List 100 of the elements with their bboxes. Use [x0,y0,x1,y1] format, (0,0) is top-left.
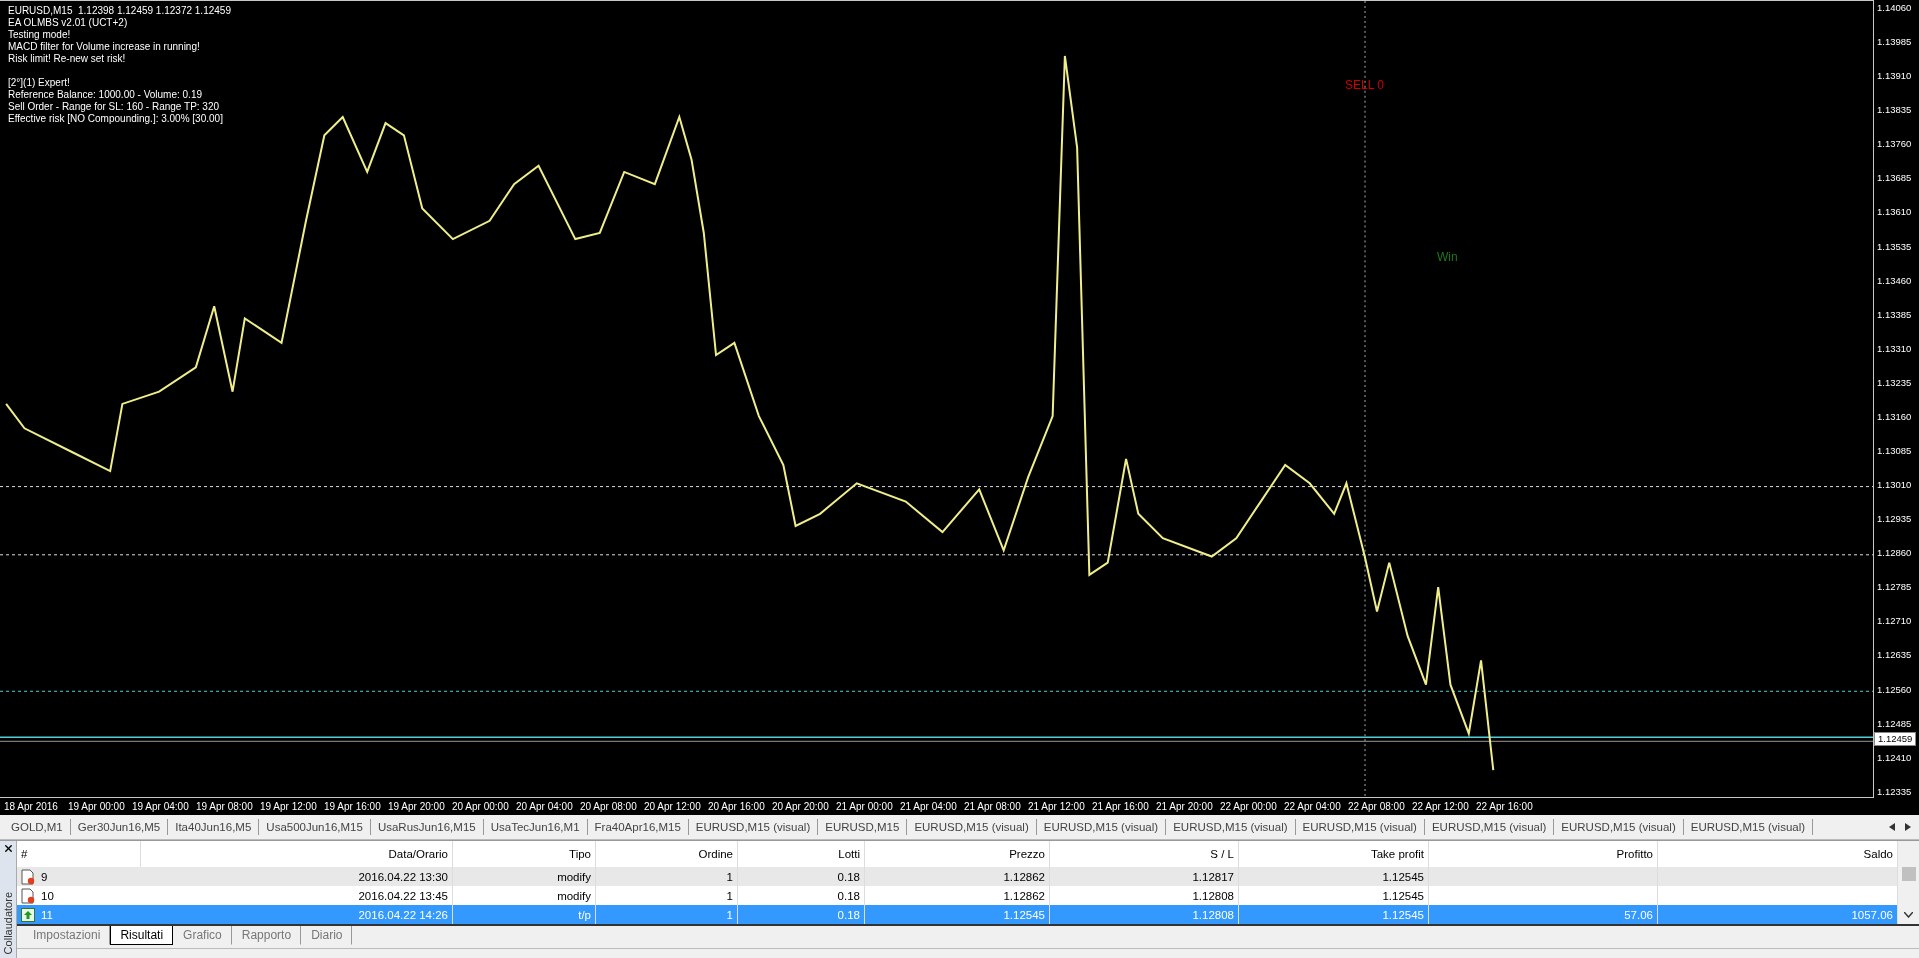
table-cell: 9 [41,870,48,883]
table-cell: 1 [726,889,733,902]
time-tick: 19 Apr 16:00 [324,801,382,812]
chart-tab[interactable]: EURUSD,M15 (visual) [1424,819,1555,835]
price-tick: 1.13085 [1876,445,1913,457]
time-tick: 20 Apr 04:00 [516,801,574,812]
chart-tab[interactable]: EURUSD,M15 (visual) [1036,819,1167,835]
close-icon [2,842,14,854]
price-tick: 1.13685 [1876,172,1913,185]
price-tick: 1.12410 [1876,751,1913,764]
scroll-right-icon[interactable] [1905,823,1911,831]
price-tick: 1.12635 [1876,649,1913,662]
price-tick: 1.13835 [1876,104,1913,117]
price-tick: 1.12485 [1876,717,1913,730]
chart-tab[interactable]: Usa500Jun16,M15 [259,819,371,835]
time-tick: 21 Apr 08:00 [964,801,1022,812]
expert-text: [2°](1) Expert! [8,77,71,89]
scrollbar-thumb[interactable] [1901,867,1916,881]
price-tick: 1.13985 [1876,36,1913,49]
time-tick: 19 Apr 00:00 [68,801,126,812]
price-tick: 1.13610 [1876,206,1913,219]
document-icon [21,868,35,885]
chart-tab[interactable]: UsaTecJun16,M1 [483,819,588,835]
time-tick: 19 Apr 12:00 [260,801,318,812]
table-cell: 2016.04.22 13:45 [358,889,448,902]
time-tick: 22 Apr 12:00 [1412,801,1470,812]
table-cell: 57.06 [1624,908,1653,921]
table-cell: 1.12545 [1003,908,1045,921]
info-text: EA OLMBS v2.01 (UCT+2) [8,17,129,29]
chart-tab[interactable]: Fra40Apr16,M15 [587,819,689,835]
expert-text: Effective risk [NO Compounding.]: 3.00% [30.00] [8,113,224,125]
table-cell: 0.18 [837,870,860,883]
time-tick: 21 Apr 00:00 [836,801,894,812]
time-tick: 19 Apr 08:00 [196,801,254,812]
panel-tab[interactable]: Grafico [173,926,232,945]
chart-label: SELL 0 [1345,78,1384,92]
chart-tab[interactable]: EURUSD,M15 (visual) [907,819,1037,835]
chart-tab[interactable]: EURUSD,M15 (visual) [688,819,819,835]
document-icon [21,887,35,904]
chart-tab[interactable]: EURUSD,M15 (visual) [1554,819,1684,835]
chart-tab[interactable]: UsaRusJun16,M15 [370,819,484,835]
table-cell: 1.12862 [1003,870,1045,883]
table-cell: 2016.04.22 13:30 [358,870,448,883]
chart-tab[interactable]: Ger30Jun16,M5 [70,819,169,835]
table-cell: modify [557,870,591,883]
time-tick: 20 Apr 12:00 [644,801,702,812]
info-text: EURUSD,M15 1.12398 1.12459 1.12372 1.12459 [8,5,231,17]
price-tick: 1.12335 [1876,785,1913,798]
price-tick: 1.13460 [1876,274,1913,287]
price-tick: 1.12860 [1876,547,1913,560]
panel-title: Collaudatore [2,891,14,954]
time-tick: 21 Apr 12:00 [1028,801,1086,812]
chart-label: Win [1437,250,1458,264]
scroll-left-icon[interactable] [1889,823,1895,831]
expert-text: Sell Order - Range for SL: 160 - Range TP: 320 [8,101,221,113]
panel-tab[interactable]: Risultati [110,926,174,945]
time-tick: 22 Apr 04:00 [1284,801,1342,812]
chart-tab[interactable]: GOLD,M1 [4,819,71,835]
table-cell: 11 [41,908,53,921]
table-cell: 1.12808 [1192,889,1234,902]
table-cell: 10 [41,889,54,902]
table-cell: 0.18 [837,908,860,921]
table-cell: 1.12545 [1382,870,1424,883]
table-row[interactable]: 9 2016.04.22 13:30 modify 1 0.18 1.12862 1.12817 1.12545 [17,867,1898,886]
chart-tab[interactable]: EURUSD,M15 [818,819,908,835]
panel-tab[interactable]: Rapporto [231,926,302,945]
time-tick: 20 Apr 00:00 [452,801,510,812]
time-tick: 20 Apr 20:00 [772,801,830,812]
time-tick: 22 Apr 08:00 [1348,801,1406,812]
price-tick: 1.13310 [1876,342,1913,355]
time-tick: 19 Apr 20:00 [388,801,446,812]
time-tick: 21 Apr 20:00 [1156,801,1214,812]
time-tick: 21 Apr 04:00 [900,801,958,812]
table-cell: 1057.06 [1851,908,1893,921]
price-tick: 1.13760 [1876,138,1913,151]
price-tick: 1.12935 [1876,513,1913,526]
info-text: Risk limit! Re-new set risk! [8,53,127,65]
table-cell: t/p [578,908,591,921]
scrollbar[interactable] [1898,841,1919,924]
time-tick: 21 Apr 16:00 [1092,801,1150,812]
panel-tab[interactable]: Diario [301,926,353,945]
price-tick: 1.14060 [1876,2,1913,14]
time-tick: 19 Apr 04:00 [132,801,190,812]
info-text: Testing mode! [8,29,72,41]
chart-tab[interactable]: EURUSD,M15 (visual) [1295,819,1425,835]
price-tick: 1.13385 [1876,308,1913,321]
table-cell: 1.12545 [1382,889,1424,902]
table-cell: 1 [726,870,733,883]
table-cell: modify [557,889,591,902]
chart-tab[interactable]: EURUSD,M15 (visual) [1166,819,1296,835]
time-tick: 20 Apr 16:00 [708,801,766,812]
chart-tab[interactable]: EURUSD,M15 (visual) [1683,819,1814,835]
price-tick: 1.13010 [1876,479,1913,492]
table-cell: 1.12808 [1192,908,1234,921]
price-tick: 1.12710 [1876,615,1913,628]
time-tick: 18 Apr 2016 [4,801,59,812]
scroll-down-icon[interactable] [1904,912,1913,918]
current-price-label: 1.12459 [1874,732,1917,746]
time-tick: 22 Apr 16:00 [1476,801,1534,812]
chart-tab[interactable]: Ita40Jun16,M5 [168,819,260,835]
